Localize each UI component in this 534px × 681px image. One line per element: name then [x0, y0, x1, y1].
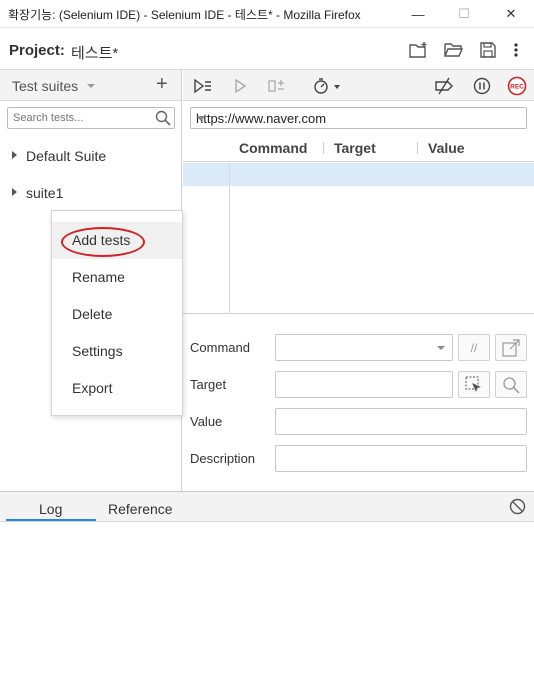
chevron-down-icon[interactable]: [87, 84, 95, 88]
highlight-ellipse: [61, 227, 145, 257]
menu-item-label: Rename: [72, 269, 125, 285]
search-icon: [503, 376, 520, 394]
description-label: Description: [190, 451, 256, 466]
disable-breakpoints-icon[interactable]: [433, 75, 455, 97]
menu-item-label: Settings: [72, 343, 123, 359]
speed-icon[interactable]: [310, 75, 344, 97]
suite-label: suite1: [26, 185, 64, 201]
tab-reference[interactable]: Reference: [108, 501, 173, 517]
new-project-icon[interactable]: [408, 39, 430, 61]
value-input[interactable]: [275, 408, 527, 435]
search-input[interactable]: [8, 108, 148, 128]
pause-icon[interactable]: [471, 75, 493, 97]
value-label: Value: [190, 414, 223, 429]
suites-header: Test suites +: [0, 70, 181, 101]
suite-item[interactable]: Default Suite: [0, 144, 181, 168]
menu-item-rename[interactable]: Rename: [52, 259, 182, 296]
search-tests-box: [7, 107, 175, 129]
base-url-value: https://www.naver.com: [196, 111, 327, 126]
select-target-button[interactable]: [458, 371, 490, 398]
target-input[interactable]: [275, 371, 453, 398]
close-window-button[interactable]: ✕: [488, 0, 534, 28]
project-label: Project:: [9, 42, 65, 59]
column-divider: [229, 163, 230, 313]
project-bar: Project: 테스트*: [0, 29, 534, 70]
more-vert-icon[interactable]: [505, 39, 527, 61]
commands-table-header: Command Target Value: [183, 135, 534, 162]
column-divider[interactable]: [417, 142, 418, 154]
search-icon: [155, 110, 171, 129]
command-input[interactable]: [275, 334, 453, 361]
log-output: [0, 523, 534, 681]
chevron-down-icon[interactable]: [196, 116, 206, 121]
menu-item-delete[interactable]: Delete: [52, 296, 182, 333]
maximize-button[interactable]: ☐: [441, 0, 487, 28]
suite-item[interactable]: suite1: [0, 181, 181, 205]
suite-label: Default Suite: [26, 148, 107, 164]
add-suite-button[interactable]: +: [156, 73, 168, 96]
project-name[interactable]: 테스트*: [71, 42, 118, 63]
run-toolbar: REC: [183, 70, 534, 101]
expand-arrow-icon[interactable]: [12, 151, 17, 159]
record-icon[interactable]: REC: [506, 75, 528, 97]
description-input[interactable]: [275, 445, 527, 472]
column-header-target: Target: [334, 140, 376, 156]
menu-item-export[interactable]: Export: [52, 370, 182, 407]
bottom-tabs: Log Reference: [0, 492, 534, 522]
column-header-command: Command: [239, 140, 308, 156]
table-row[interactable]: [183, 163, 534, 186]
suites-dropdown[interactable]: Test suites: [12, 78, 78, 94]
open-folder-icon[interactable]: [443, 39, 465, 61]
active-tab-indicator: [6, 519, 96, 521]
commands-table-body: [183, 163, 534, 313]
target-label: Target: [190, 377, 227, 392]
command-label: Command: [190, 340, 250, 355]
select-element-icon: [465, 375, 481, 392]
find-target-button[interactable]: [495, 371, 527, 398]
suite-context-menu: Add tests Rename Delete Settings Export: [51, 210, 183, 416]
tab-log[interactable]: Log: [39, 501, 62, 517]
minimize-button[interactable]: —: [395, 0, 441, 28]
open-in-new-icon: [502, 338, 520, 357]
menu-item-label: Export: [72, 380, 113, 396]
chevron-down-icon[interactable]: [437, 346, 445, 350]
clear-log-icon[interactable]: [509, 498, 526, 518]
base-url-select[interactable]: https://www.naver.com: [190, 107, 527, 129]
step-over-icon[interactable]: [266, 75, 288, 97]
menu-item-settings[interactable]: Settings: [52, 333, 182, 370]
menu-item-label: Delete: [72, 306, 113, 322]
column-header-value: Value: [428, 140, 465, 156]
expand-arrow-icon[interactable]: [12, 188, 17, 196]
window-title: 확장기능: (Selenium IDE) - Selenium IDE - 테스…: [8, 8, 361, 22]
editor-divider[interactable]: [183, 313, 534, 314]
window-titlebar: 확장기능: (Selenium IDE) - Selenium IDE - 테스…: [0, 0, 534, 28]
column-divider[interactable]: [323, 142, 324, 154]
run-current-icon[interactable]: [229, 75, 251, 97]
run-all-icon[interactable]: [192, 75, 214, 97]
comment-button[interactable]: //: [458, 334, 490, 361]
save-icon[interactable]: [477, 39, 499, 61]
record-label: REC: [510, 84, 524, 91]
open-reference-button[interactable]: [495, 334, 527, 361]
